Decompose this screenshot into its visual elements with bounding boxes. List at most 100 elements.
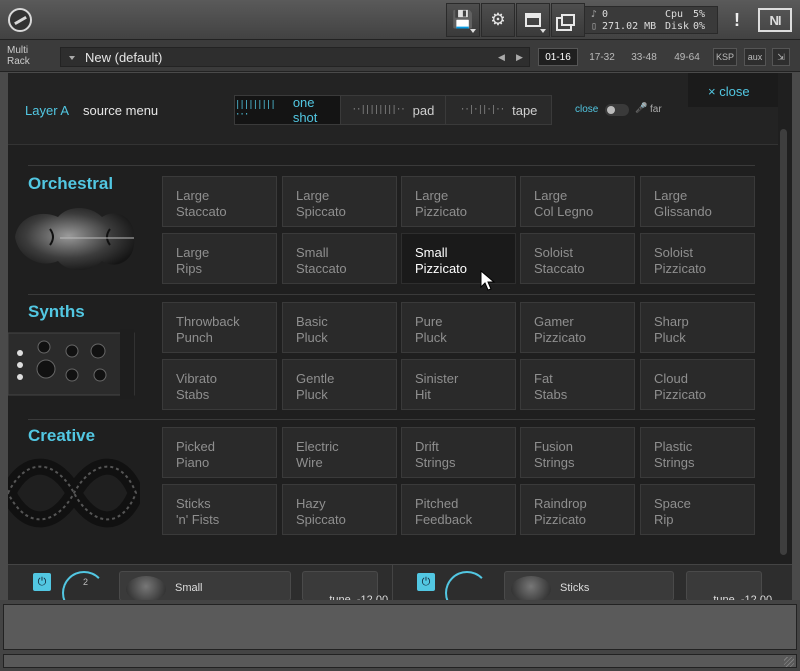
- collapse-icon: ⇲: [777, 51, 785, 62]
- tile-soloist-staccato[interactable]: Soloist Staccato: [520, 233, 635, 284]
- tile-pure-pluck[interactable]: Pure Pluck: [401, 302, 516, 353]
- gear-icon: ⚙: [490, 10, 506, 29]
- aux-button[interactable]: aux: [744, 48, 766, 66]
- tile-sharp-pluck[interactable]: Sharp Pluck: [640, 302, 755, 353]
- layer-b-slot-name: Sticks: [560, 582, 590, 594]
- tile-large-col-legno[interactable]: Large Col Legno: [520, 176, 635, 227]
- prev-preset-icon[interactable]: ◀: [498, 52, 505, 63]
- performance-meter: ♪ 0 ▯ 271.02 MB Cpu 5% Disk 0%: [584, 6, 718, 34]
- memory-value: 271.02 MB: [602, 21, 657, 32]
- resize-grip-icon[interactable]: [784, 657, 794, 667]
- warning-button[interactable]: !: [722, 3, 752, 37]
- tile-large-staccato[interactable]: Large Staccato: [162, 176, 277, 227]
- multi-rack-label: Multi Rack: [7, 45, 30, 67]
- page-tab-17-32[interactable]: 17-32: [582, 48, 622, 66]
- layer-b-power-icon[interactable]: ⏻: [417, 573, 435, 591]
- section-divider: [28, 419, 755, 420]
- disk-value: 0%: [693, 21, 706, 32]
- synthesizer-image: [8, 329, 135, 399]
- playback-mode-selector: |||||||||··· one shot ··||||||||·· pad ·…: [234, 95, 552, 125]
- kontakt-logo-icon[interactable]: [8, 8, 32, 32]
- tile-large-spiccato[interactable]: Large Spiccato: [282, 176, 397, 227]
- source-menu-label: source menu: [83, 103, 159, 118]
- layer-b-slot[interactable]: Sticks: [504, 571, 674, 602]
- layer-label: Layer A: [25, 103, 70, 118]
- tile-vibrato-stabs[interactable]: Vibrato Stabs: [162, 359, 277, 410]
- save-button[interactable]: 💾: [446, 3, 480, 37]
- tile-fusion-strings[interactable]: Fusion Strings: [520, 427, 635, 478]
- next-preset-icon[interactable]: ▶: [516, 52, 523, 63]
- rack-header: Multi Rack New (default) ◀ ▶ 01-16 17-32…: [0, 40, 800, 72]
- tile-soloist-pizzicato[interactable]: Soloist Pizzicato: [640, 233, 755, 284]
- top-toolbar: 💾 ⚙ ♪ 0 ▯ 271.02 MB Cpu 5% Disk 0% ! NI: [0, 0, 800, 40]
- page-tab-33-48[interactable]: 33-48: [624, 48, 664, 66]
- tile-sticks-n-fists[interactable]: Sticks 'n' Fists: [162, 484, 277, 535]
- layer-b-thumbnail: [511, 576, 551, 602]
- close-menu-button[interactable]: × close: [708, 84, 750, 99]
- mode-pad[interactable]: ··||||||||·· pad: [341, 96, 447, 124]
- section-divider: [28, 294, 755, 295]
- tile-sinister-hit[interactable]: Sinister Hit: [401, 359, 516, 410]
- tile-gentle-pluck[interactable]: Gentle Pluck: [282, 359, 397, 410]
- tile-basic-pluck[interactable]: Basic Pluck: [282, 302, 397, 353]
- category-title-creative: Creative: [28, 426, 96, 445]
- cpu-value: 5%: [693, 9, 706, 20]
- mode-label: tape: [512, 102, 538, 118]
- ksp-button[interactable]: KSP: [713, 48, 737, 66]
- tile-large-rips[interactable]: Large Rips: [162, 233, 277, 284]
- tile-plastic-strings[interactable]: Plastic Strings: [640, 427, 755, 478]
- mouse-cursor-icon: [480, 270, 496, 291]
- mode-label: pad: [412, 102, 435, 118]
- tile-large-glissando[interactable]: Large Glissando: [640, 176, 755, 227]
- minimize-view-button[interactable]: [551, 3, 585, 37]
- multi-rack-line2: Rack: [7, 56, 30, 67]
- page-tab-01-16[interactable]: 01-16: [538, 48, 578, 66]
- close-mic-label: close: [575, 104, 599, 115]
- tile-large-pizzicato[interactable]: Large Pizzicato: [401, 176, 516, 227]
- ni-logo[interactable]: NI: [758, 8, 792, 32]
- mic-position-toggle[interactable]: [605, 104, 629, 116]
- section-divider: [28, 165, 755, 166]
- mode-one-shot[interactable]: |||||||||··· one shot: [235, 95, 341, 125]
- empty-slot-area: [3, 604, 797, 650]
- tile-cloud-pizzicato[interactable]: Cloud Pizzicato: [640, 359, 755, 410]
- collapse-button[interactable]: ⇲: [772, 48, 790, 66]
- layer-strip: ⏻ 2 Small tune -12.00 ⏻ Sticks tune -12.…: [8, 564, 792, 615]
- one-shot-wave-icon: |||||||||···: [235, 100, 276, 120]
- mode-tape[interactable]: ··|·||·|·· tape: [446, 96, 551, 124]
- tile-electric-wire[interactable]: Electric Wire: [282, 427, 397, 478]
- layer-a-slot[interactable]: Small: [119, 571, 291, 602]
- layer-a-tune[interactable]: tune -12.00: [302, 571, 388, 606]
- microphone-icon: 🎤: [635, 103, 648, 114]
- memory-icon: ▯: [591, 21, 598, 32]
- page-tab-49-64[interactable]: 49-64: [666, 48, 708, 66]
- tile-picked-piano[interactable]: Picked Piano: [162, 427, 277, 478]
- tile-pitched-feedback[interactable]: Pitched Feedback: [401, 484, 516, 535]
- floppy-icon: 💾: [452, 10, 474, 29]
- mode-label: one shot: [292, 95, 318, 125]
- close-menu-tab[interactable]: × close: [688, 73, 778, 107]
- tile-small-pizzicato[interactable]: Small Pizzicato: [401, 233, 516, 284]
- layer-b-tune[interactable]: tune -12.00: [686, 571, 772, 606]
- tile-hazy-spiccato[interactable]: Hazy Spiccato: [282, 484, 397, 535]
- panel-scrollbar[interactable]: [780, 129, 787, 555]
- tile-throwback-punch[interactable]: Throwback Punch: [162, 302, 277, 353]
- category-title-synths: Synths: [28, 302, 85, 321]
- view-button[interactable]: [516, 3, 550, 37]
- status-bar: [3, 654, 797, 668]
- voices-icon: ♪: [591, 9, 598, 20]
- tile-fat-stabs[interactable]: Fat Stabs: [520, 359, 635, 410]
- preset-selector[interactable]: New (default) ◀ ▶: [60, 47, 530, 67]
- settings-button[interactable]: ⚙: [481, 3, 515, 37]
- cello-image: [15, 208, 135, 270]
- cpu-label: Cpu: [665, 9, 684, 20]
- layer-header: Layer A source menu |||||||||··· one sho…: [8, 73, 778, 145]
- tile-space-rip[interactable]: Space Rip: [640, 484, 755, 535]
- layer-a-power-icon[interactable]: ⏻: [33, 573, 51, 591]
- infinity-cable-image: [8, 458, 140, 528]
- tile-raindrop-pizzicato[interactable]: Raindrop Pizzicato: [520, 484, 635, 535]
- tile-gamer-pizzicato[interactable]: Gamer Pizzicato: [520, 302, 635, 353]
- tile-drift-strings[interactable]: Drift Strings: [401, 427, 516, 478]
- tile-small-staccato[interactable]: Small Staccato: [282, 233, 397, 284]
- far-mic-label: far: [650, 104, 662, 115]
